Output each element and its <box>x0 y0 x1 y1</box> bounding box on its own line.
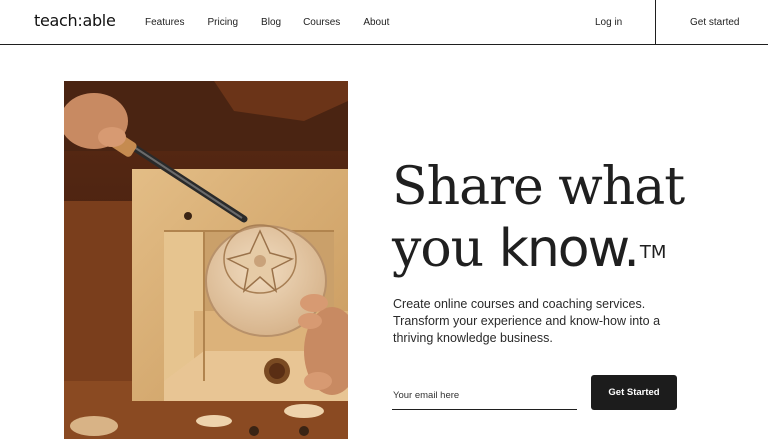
headline-line-2a: you <box>392 219 499 279</box>
login-link[interactable]: Log in <box>595 17 622 28</box>
site-header: teach:able Features Pricing Blog Courses… <box>0 0 768 45</box>
headline-know: know. <box>498 219 640 279</box>
email-input[interactable] <box>392 382 577 410</box>
nav-courses[interactable]: Courses <box>303 17 340 28</box>
main-nav: Features Pricing Blog Courses About <box>145 17 389 28</box>
trademark-symbol: TM <box>639 242 667 263</box>
hero-headline: Share what you know. TM <box>392 156 722 280</box>
nav-features[interactable]: Features <box>145 17 184 28</box>
woodcarving-photo <box>64 81 348 439</box>
headline-line-1: Share what <box>392 157 685 217</box>
teachable-logo[interactable]: teach:able <box>34 11 116 30</box>
nav-pricing[interactable]: Pricing <box>207 17 238 28</box>
hero-subtext: Create online courses and coaching servi… <box>393 297 661 345</box>
get-started-link[interactable]: Get started <box>690 17 739 28</box>
nav-about[interactable]: About <box>363 17 389 28</box>
get-started-button[interactable]: Get Started <box>591 375 677 410</box>
nav-blog[interactable]: Blog <box>261 17 281 28</box>
header-divider <box>655 0 656 45</box>
